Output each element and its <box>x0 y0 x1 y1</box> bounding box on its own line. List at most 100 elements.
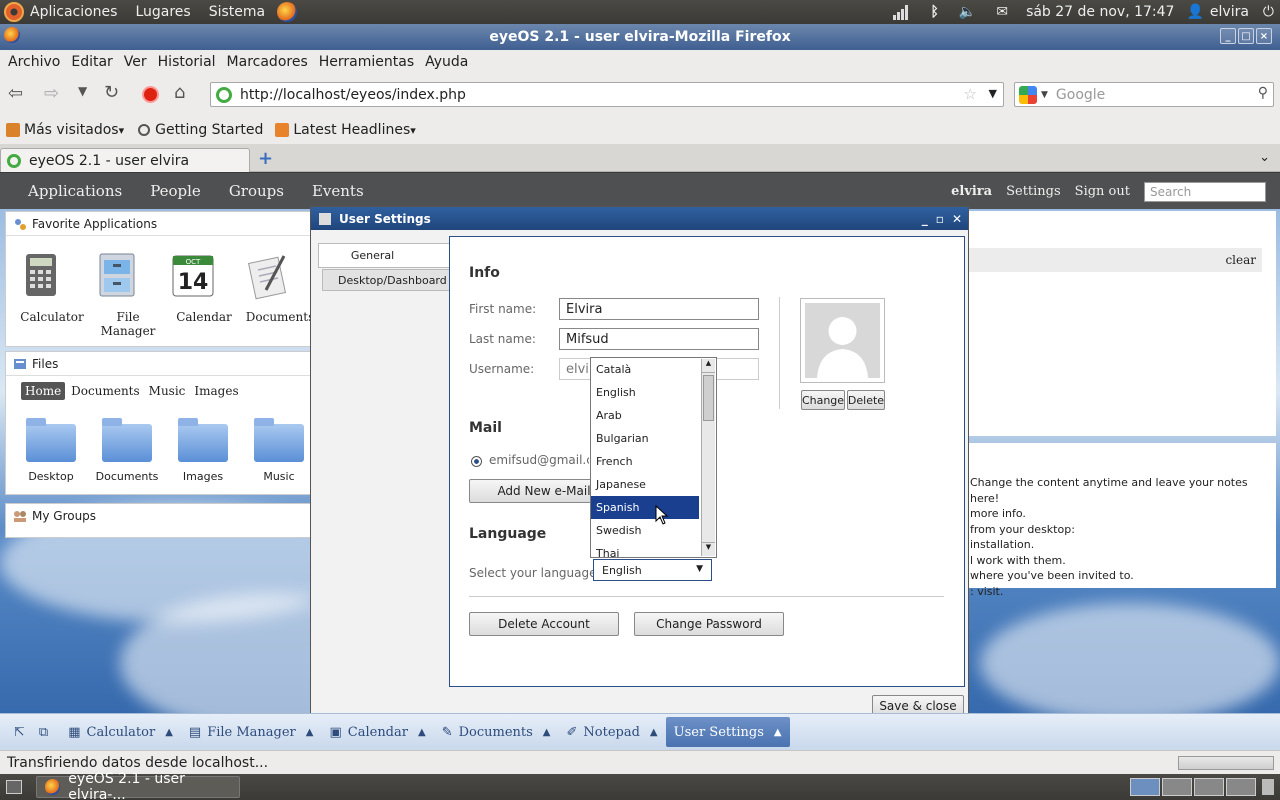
search-icon[interactable]: ⚲ <box>1258 85 1268 101</box>
fav-calculator[interactable]: Calculator <box>16 250 88 324</box>
task-user-settings[interactable]: User Settings ▲ <box>665 717 790 747</box>
ubuntu-logo-icon[interactable] <box>4 2 24 22</box>
nav-groups[interactable]: Groups <box>229 182 284 200</box>
bookmark-getting-started[interactable]: Getting Started <box>155 122 263 138</box>
change-avatar-button[interactable]: Change <box>801 390 845 410</box>
clear-link[interactable]: clear <box>1225 253 1256 267</box>
language-option[interactable]: Japanese <box>591 473 699 496</box>
task-arrow-icon[interactable]: ▲ <box>650 727 658 738</box>
window-switch-icon[interactable]: ⧉ <box>39 725 48 740</box>
menu-places[interactable]: Lugares <box>135 4 190 20</box>
power-icon[interactable]: ⏻ <box>1263 4 1274 20</box>
language-option[interactable]: English <box>591 381 699 404</box>
folder-documents[interactable]: Documents <box>94 418 160 483</box>
network-signal-icon[interactable] <box>892 4 910 20</box>
task-calculator[interactable]: ▦ Calculator ▲ <box>60 717 181 747</box>
eyeos-settings-link[interactable]: Settings <box>1006 184 1061 199</box>
scroll-thumb[interactable] <box>703 375 714 421</box>
menu-ver[interactable]: Ver <box>124 54 147 70</box>
language-option[interactable]: Swedish <box>591 519 699 542</box>
trash-icon[interactable] <box>1262 779 1274 795</box>
task-arrow-icon[interactable]: ▲ <box>774 727 782 738</box>
workspace-1[interactable] <box>1130 778 1160 796</box>
language-select[interactable]: English ▼ <box>593 559 712 581</box>
stop-icon[interactable] <box>142 86 159 103</box>
tab-eyeos[interactable]: eyeOS 2.1 - user elvira <box>0 148 250 172</box>
eyeos-signout-link[interactable]: Sign out <box>1075 184 1130 199</box>
site-identity-icon[interactable] <box>216 86 232 103</box>
menu-marcadores[interactable]: Marcadores <box>227 54 308 70</box>
maximize-icon[interactable]: ▫ <box>936 212 944 226</box>
show-desktop-icon[interactable] <box>6 780 22 794</box>
bookmark-latest-headlines[interactable]: Latest Headlines <box>293 122 410 138</box>
new-tab-icon[interactable]: + <box>258 148 273 169</box>
settings-titlebar[interactable]: User Settings _ ▫ ✕ <box>311 207 968 230</box>
task-calendar[interactable]: ▣ Calendar ▲ <box>321 717 433 747</box>
workspace-4[interactable] <box>1226 778 1256 796</box>
bluetooth-icon[interactable]: ᛒ <box>930 4 938 20</box>
scroll-down-icon[interactable]: ▼ <box>702 542 715 556</box>
language-option[interactable]: Thai <box>591 542 699 557</box>
google-engine-icon[interactable] <box>1019 85 1037 104</box>
history-dropdown-icon[interactable]: ▼ <box>78 84 87 98</box>
close-icon[interactable]: ✕ <box>952 212 962 226</box>
change-password-button[interactable]: Change Password <box>634 612 784 636</box>
mail-icon[interactable]: ✉ <box>996 4 1008 20</box>
delete-avatar-button[interactable]: Delete <box>847 390 885 410</box>
reload-icon[interactable]: ↻ <box>104 82 119 103</box>
language-option[interactable]: Arab <box>591 404 699 427</box>
back-icon[interactable]: ⇦ <box>8 83 23 104</box>
volume-icon[interactable]: 🔈 <box>959 4 976 20</box>
language-option-highlighted[interactable]: Spanish <box>591 496 699 519</box>
language-option[interactable]: French <box>591 450 699 473</box>
firefox-launcher-icon[interactable] <box>277 2 298 22</box>
list-tabs-icon[interactable]: ⌄ <box>1259 150 1270 165</box>
url-bar[interactable]: http://localhost/eyeos/index.php ☆ ▼ <box>210 82 1004 107</box>
forward-icon[interactable]: ⇨ <box>44 83 59 104</box>
user-name[interactable]: elvira <box>1210 4 1249 20</box>
files-tab-music[interactable]: Music <box>149 384 186 398</box>
gnome-task-firefox[interactable]: eyeOS 2.1 - user elvira-... <box>36 771 240 800</box>
menu-system[interactable]: Sistema <box>209 4 265 20</box>
task-arrow-icon[interactable]: ▲ <box>543 727 551 738</box>
task-documents[interactable]: ✎ Documents ▲ <box>434 717 559 747</box>
files-tab-home[interactable]: Home <box>21 382 66 400</box>
bookmark-star-icon[interactable]: ☆ <box>964 85 977 103</box>
url-dropdown-icon[interactable]: ▼ <box>989 87 997 100</box>
menu-editar[interactable]: Editar <box>71 54 112 70</box>
task-file-manager[interactable]: ▤ File Manager ▲ <box>181 717 322 747</box>
delete-account-button[interactable]: Delete Account <box>469 612 619 636</box>
menu-applications[interactable]: Aplicaciones <box>30 4 117 20</box>
chevron-down-icon[interactable]: ▾ <box>119 124 125 137</box>
task-arrow-icon[interactable]: ▲ <box>418 727 426 738</box>
folder-desktop[interactable]: Desktop <box>18 418 84 483</box>
fav-documents[interactable]: Documents <box>244 250 316 324</box>
tab-general[interactable]: General <box>318 243 450 268</box>
url-text[interactable]: http://localhost/eyeos/index.php <box>240 87 466 103</box>
clock[interactable]: sáb 27 de nov, 17:47 <box>1026 4 1174 20</box>
minimize-icon[interactable]: _ <box>922 212 928 226</box>
first-name-field[interactable]: Elvira <box>559 298 759 320</box>
eyeos-search-input[interactable]: Search <box>1144 182 1266 202</box>
task-arrow-icon[interactable]: ▲ <box>306 727 314 738</box>
menu-ayuda[interactable]: Ayuda <box>425 54 468 70</box>
menu-herramientas[interactable]: Herramientas <box>319 54 414 70</box>
firefox-window-icon[interactable] <box>4 27 20 43</box>
search-bar[interactable]: ▼ Google ⚲ <box>1014 82 1274 107</box>
home-icon[interactable]: ⌂ <box>174 82 185 103</box>
menu-historial[interactable]: Historial <box>158 54 216 70</box>
close-button[interactable]: × <box>1256 28 1272 44</box>
minimize-all-icon[interactable]: ⇱ <box>14 725 25 740</box>
fav-file-manager[interactable]: File Manager <box>92 250 164 338</box>
nav-people[interactable]: People <box>150 182 201 200</box>
workspace-2[interactable] <box>1162 778 1192 796</box>
fav-calendar[interactable]: OCT 14 Calendar <box>168 250 240 324</box>
workspace-3[interactable] <box>1194 778 1224 796</box>
menu-archivo[interactable]: Archivo <box>8 54 60 70</box>
task-arrow-icon[interactable]: ▲ <box>165 727 173 738</box>
tab-desktop-dashboard[interactable]: Desktop/Dashboard <box>322 269 450 291</box>
email-radio[interactable] <box>471 456 482 467</box>
files-tab-images[interactable]: Images <box>194 384 238 398</box>
chevron-down-icon[interactable]: ▾ <box>410 124 416 137</box>
eyeos-user[interactable]: elvira <box>951 184 992 199</box>
